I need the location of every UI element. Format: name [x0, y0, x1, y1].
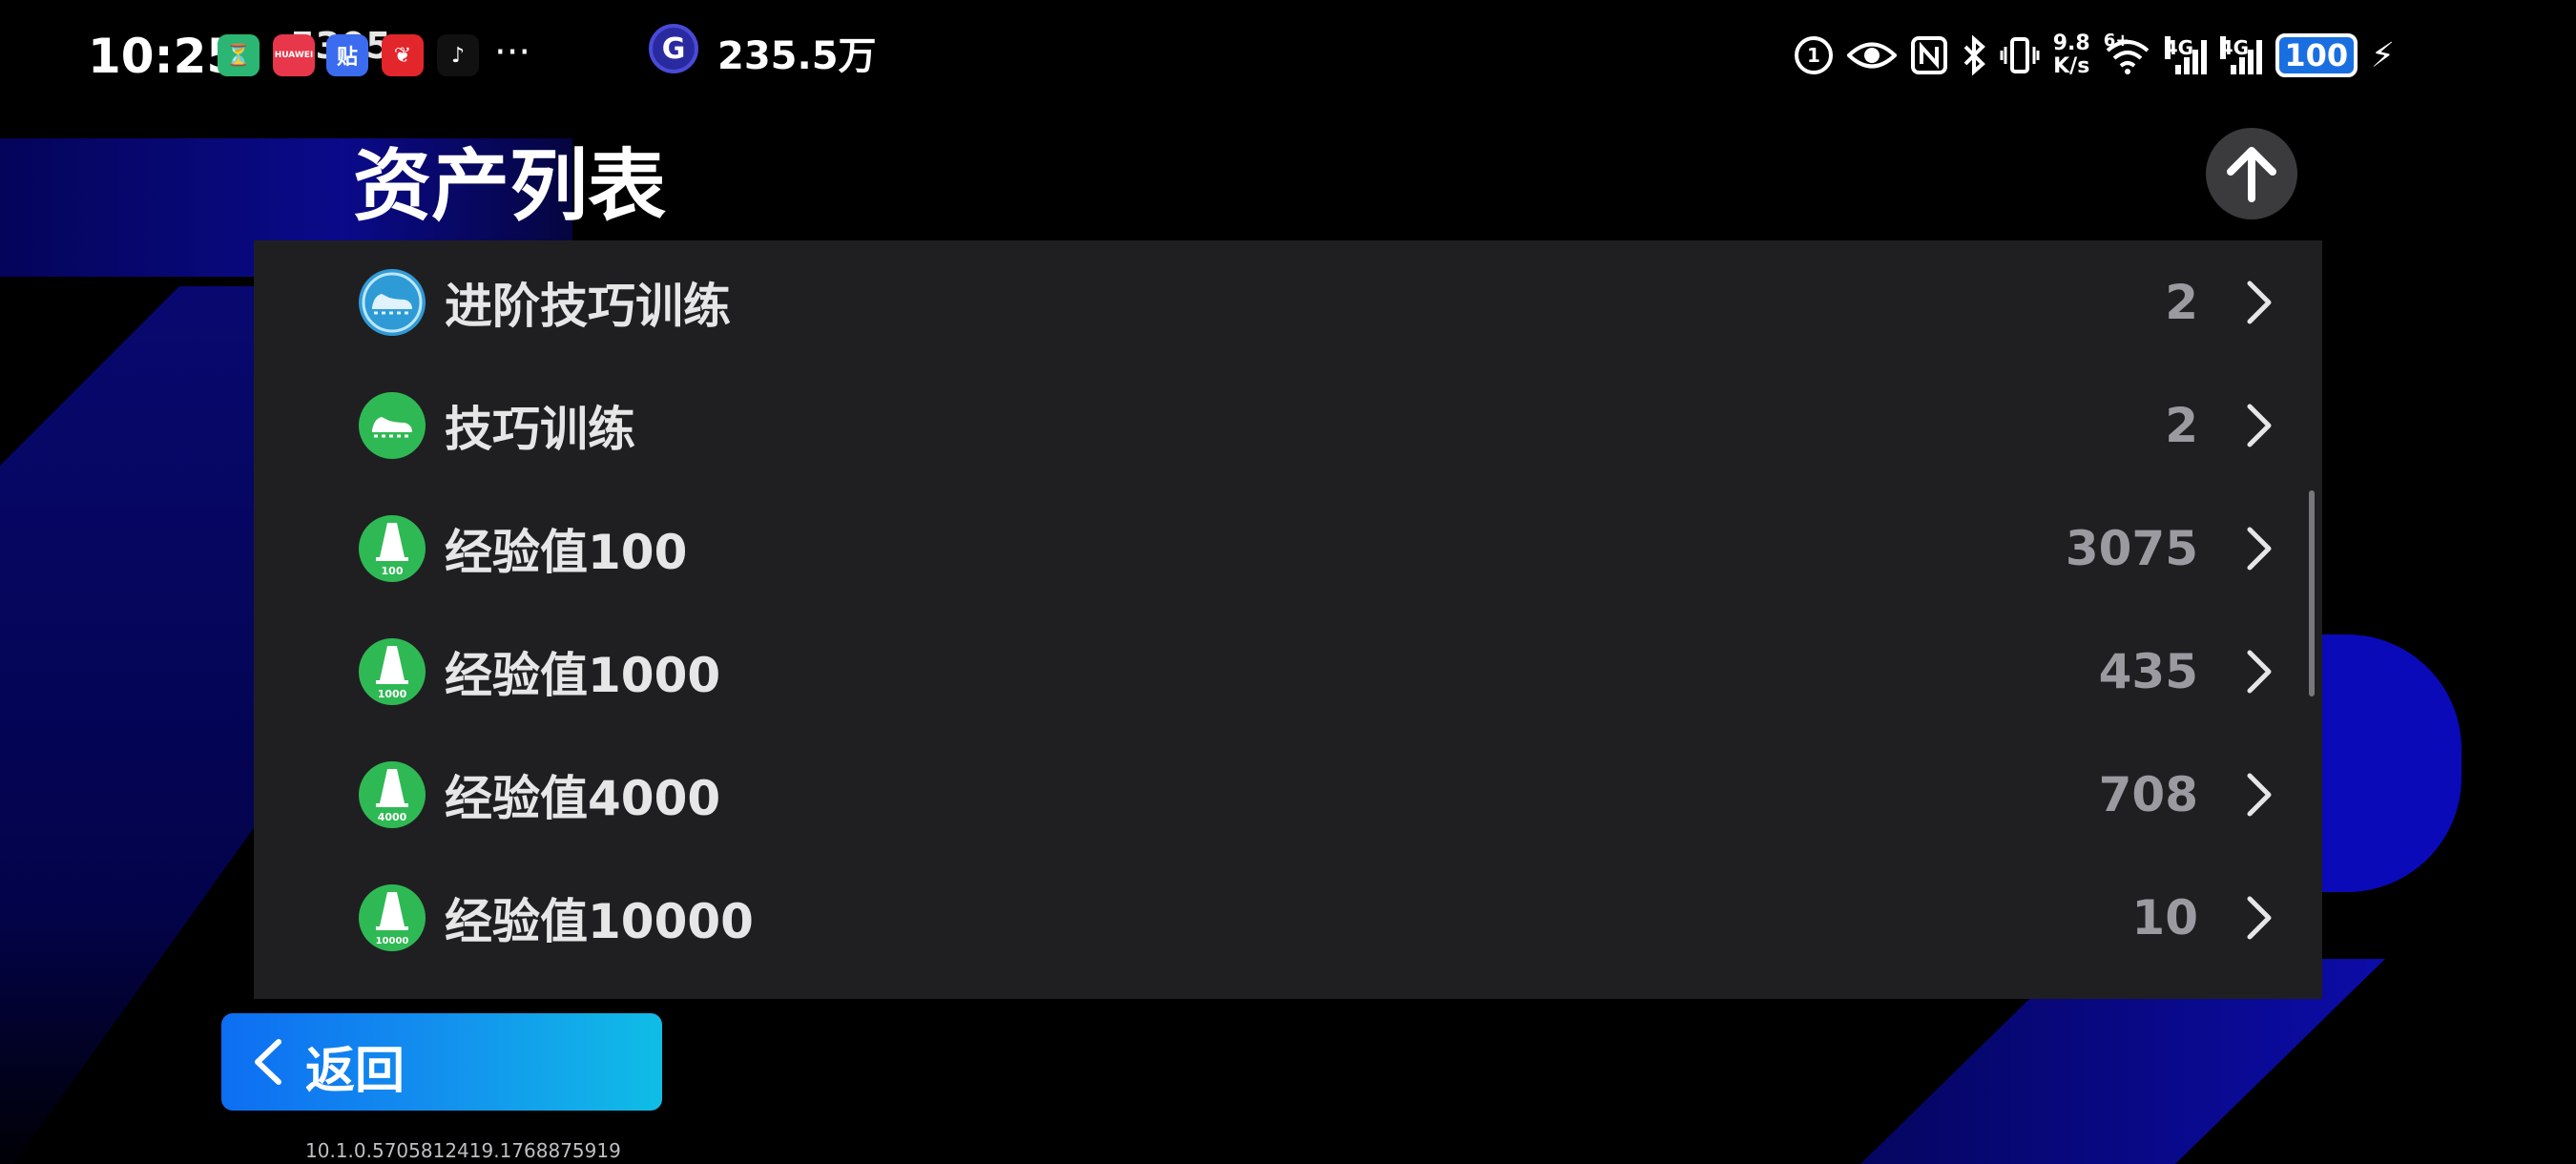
network-speed: 9.8 K/s: [2052, 31, 2090, 78]
asset-list[interactable]: 进阶技巧训练 2 技巧训练 2 100 经验值100 3075 1000 经验值…: [254, 240, 2322, 999]
red-app-icon: ❦: [382, 34, 424, 76]
eye-comfort-icon: [1846, 31, 1897, 80]
asset-count: 10: [2131, 889, 2198, 946]
asset-item-skill-training[interactable]: 技巧训练 2: [254, 364, 2322, 487]
svg-text:10000: 10000: [376, 936, 409, 946]
back-button[interactable]: 返回: [221, 1013, 662, 1111]
chevron-right-icon: [2240, 894, 2278, 942]
asset-count: 2: [2165, 274, 2198, 330]
svg-text:1000: 1000: [378, 688, 407, 700]
asset-count: 2: [2165, 397, 2198, 453]
cone-icon: 100: [359, 514, 426, 582]
asset-count: 708: [2098, 766, 2198, 822]
cone-icon: 1000: [359, 637, 426, 705]
asset-name: 经验值10000: [445, 893, 754, 949]
asset-name: 技巧训练: [445, 401, 635, 457]
asset-name: 经验值4000: [445, 770, 721, 826]
asset-name: 进阶技巧训练: [445, 278, 731, 334]
scroll-to-top-button[interactable]: [2206, 128, 2297, 219]
asset-item-exp-1000[interactable]: 1000 经验值1000 435: [254, 610, 2322, 733]
version-text: 10.1.0.5705812419.1768875919: [305, 1139, 621, 1162]
battery-icon: 100: [2275, 33, 2358, 77]
svg-text:100: 100: [382, 565, 404, 577]
asset-item-exp-4000[interactable]: 4000 经验值4000 708: [254, 733, 2322, 856]
vibrate-icon: [2000, 31, 2040, 80]
chevron-left-icon: [255, 1039, 281, 1085]
svg-text:1: 1: [1807, 44, 1820, 67]
chevron-right-icon: [2240, 648, 2278, 696]
list-scrollbar[interactable]: [2309, 490, 2315, 696]
cellular-signal-2-icon: 4G: [2219, 36, 2262, 74]
page-title: 资产列表: [353, 141, 667, 232]
cone-icon: 10000: [359, 883, 426, 951]
tiktok-app-icon: ♪: [437, 34, 479, 76]
advanced-shoe-icon: [359, 268, 426, 336]
arrow-up-icon: [2227, 147, 2276, 202]
nfc-icon: [1910, 31, 1948, 80]
asset-count: 435: [2098, 643, 2198, 699]
cellular-signal-1-icon: 4G: [2164, 36, 2207, 74]
asset-name: 经验值100: [445, 524, 688, 580]
system-status-icons: 1 9.8 K/s 6+ 4G 4G 100 ⚡: [1794, 29, 2395, 82]
cone-icon: 4000: [359, 760, 426, 828]
charging-icon: ⚡: [2370, 35, 2395, 75]
chevron-right-icon: [2240, 279, 2278, 326]
asset-item-exp-10000[interactable]: 10000 经验值10000 10: [254, 856, 2322, 979]
chevron-right-icon: [2240, 402, 2278, 449]
shoe-icon: [359, 391, 426, 459]
back-button-label: 返回: [305, 1043, 405, 1100]
more-notifications-icon: ···: [494, 31, 531, 74]
asset-item-exp-100[interactable]: 100 经验值100 3075: [254, 487, 2322, 610]
asset-count: 3075: [2065, 520, 2198, 576]
tieba-app-icon: 贴: [326, 34, 368, 76]
bluetooth-icon: [1962, 31, 1986, 80]
asset-name: 经验值1000: [445, 647, 721, 703]
svg-text:4000: 4000: [378, 811, 407, 823]
coin-icon: G: [649, 24, 698, 73]
coin-count: 235.5万: [717, 34, 877, 78]
chevron-right-icon: [2240, 525, 2278, 572]
wifi-icon: 6+: [2104, 31, 2151, 80]
huawei-app-icon: HUAWEI: [273, 34, 315, 76]
chevron-right-icon: [2240, 771, 2278, 819]
status-bar: 10:25 ⏳ 5305 HUAWEI 贴 ❦ ♪ ··· G 235.5万 1…: [0, 0, 2576, 105]
asset-item-advanced-training[interactable]: 进阶技巧训练 2: [254, 240, 2322, 364]
volte-icon: 1: [1794, 31, 1834, 80]
timer-app-icon: ⏳: [218, 34, 260, 76]
